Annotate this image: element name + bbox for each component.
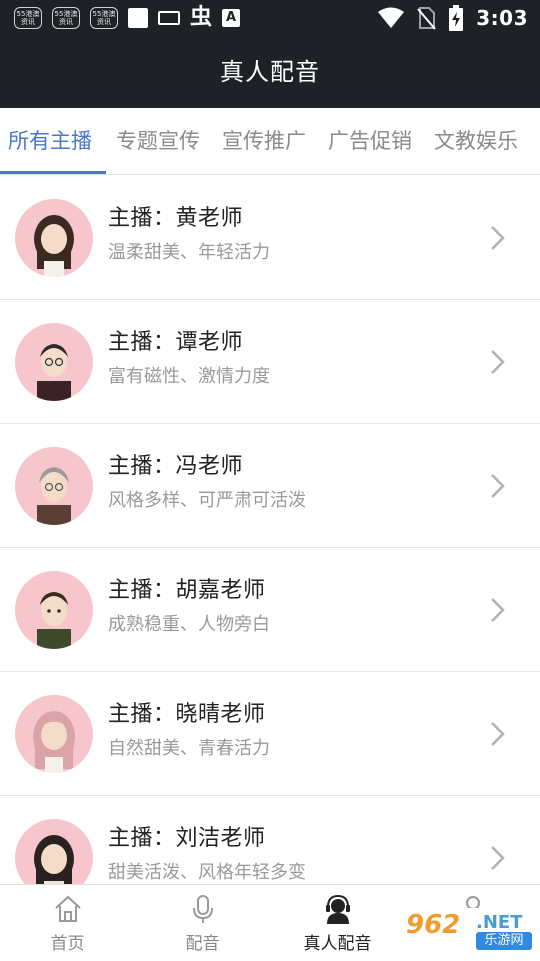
nav-human-dubbing[interactable]: 真人配音 — [270, 885, 405, 961]
anchor-name: 主播：胡嘉老师 — [108, 578, 266, 603]
watermark-logo: 962 — [406, 910, 461, 940]
badge-text: 55港澳 — [16, 10, 40, 18]
male-short-hair-avatar-icon — [15, 571, 93, 649]
anchor-name: 主播：黄老师 — [108, 206, 244, 231]
badge-text: 55港澳 — [54, 10, 78, 18]
anchor-description: 成熟稳重、人物旁白 — [108, 614, 270, 635]
keyboard-icon — [158, 11, 180, 25]
status-bar: 55港澳 资讯 55港澳 资讯 55港澳 资讯 虫 A 3:03 — [0, 0, 540, 36]
home-icon — [54, 895, 81, 922]
bug-icon: 虫 — [190, 5, 213, 30]
tab-special-promo[interactable]: 专题宣传 — [116, 108, 200, 174]
list-item[interactable]: 主播：谭老师 富有磁性、激情力度 — [0, 300, 540, 424]
tab-all-anchors[interactable]: 所有主播 — [8, 108, 92, 174]
anchor-name: 主播：晓晴老师 — [108, 702, 266, 727]
chevron-right-icon — [491, 226, 505, 250]
nav-label: 首页 — [50, 934, 85, 954]
anchor-description: 风格多样、可严肃可活泼 — [108, 490, 306, 511]
chevron-right-icon — [491, 598, 505, 622]
headset-person-icon — [325, 894, 350, 924]
chevron-right-icon — [491, 722, 505, 746]
tab-promotion[interactable]: 宣传推广 — [222, 108, 306, 174]
category-tabs: 所有主播 专题宣传 宣传推广 广告促销 文教娱乐 — [0, 108, 540, 175]
chevron-right-icon — [491, 474, 505, 498]
no-sim-icon — [417, 7, 437, 30]
anchor-description: 富有磁性、激情力度 — [108, 366, 270, 387]
active-tab-indicator — [0, 171, 106, 174]
badge-text: 55港澳 — [92, 10, 116, 18]
app-badge-icon: 55港澳 资讯 — [14, 7, 42, 29]
list-item[interactable]: 主播：冯老师 风格多样、可严肃可活泼 — [0, 424, 540, 548]
badge-text: 资讯 — [21, 18, 35, 26]
a-icon: A — [222, 9, 241, 27]
square-icon — [128, 8, 148, 28]
anchor-description: 温柔甜美、年轻活力 — [108, 242, 270, 263]
badge-text: 资讯 — [97, 18, 111, 26]
nav-home[interactable]: 首页 — [0, 885, 135, 961]
list-item[interactable]: 主播：黄老师 温柔甜美、年轻活力 — [0, 176, 540, 300]
site-watermark: 962 .NET 乐游网 — [400, 908, 536, 954]
female-long-hair-avatar-icon — [15, 199, 93, 277]
app-header: 真人配音 — [0, 36, 540, 108]
watermark-net: .NET — [476, 912, 523, 933]
anchor-name: 主播：谭老师 — [108, 330, 244, 355]
clock-time: 3:03 — [476, 6, 528, 30]
anchor-description: 甜美活泼、风格年轻多变 — [108, 862, 306, 883]
male-glasses-avatar-icon — [15, 323, 93, 401]
app-badge-icon: 55港澳 资讯 — [90, 7, 118, 29]
anchor-name: 主播：冯老师 — [108, 454, 244, 479]
female-pink-hair-avatar-icon — [15, 695, 93, 773]
badge-text: 资讯 — [59, 18, 73, 26]
anchor-name: 主播：刘洁老师 — [108, 826, 266, 851]
status-bar-right: 3:03 — [378, 4, 528, 32]
nav-label: 配音 — [185, 934, 220, 954]
microphone-icon — [192, 895, 213, 923]
status-bar-left: 55港澳 资讯 55港澳 资讯 55港澳 资讯 虫 A — [14, 4, 241, 32]
list-item[interactable]: 主播：晓晴老师 自然甜美、青春活力 — [0, 672, 540, 796]
tab-culture-entertainment[interactable]: 文教娱乐 — [434, 108, 518, 174]
watermark-sub: 乐游网 — [476, 932, 532, 950]
wifi-icon — [378, 7, 405, 28]
chevron-right-icon — [491, 846, 505, 870]
nav-dubbing[interactable]: 配音 — [135, 885, 270, 961]
battery-charging-icon — [449, 5, 464, 31]
nav-label: 真人配音 — [303, 934, 372, 954]
anchor-list: 主播：黄老师 温柔甜美、年轻活力 主播：谭老师 富有磁性、激情力度 主播：冯老师… — [0, 176, 540, 920]
chevron-right-icon — [491, 350, 505, 374]
list-item[interactable]: 主播：胡嘉老师 成熟稳重、人物旁白 — [0, 548, 540, 672]
male-gray-hair-avatar-icon — [15, 447, 93, 525]
anchor-description: 自然甜美、青春活力 — [108, 738, 270, 759]
page-title: 真人配音 — [220, 58, 320, 86]
tab-ad-sales[interactable]: 广告促销 — [328, 108, 412, 174]
app-badge-icon: 55港澳 资讯 — [52, 7, 80, 29]
